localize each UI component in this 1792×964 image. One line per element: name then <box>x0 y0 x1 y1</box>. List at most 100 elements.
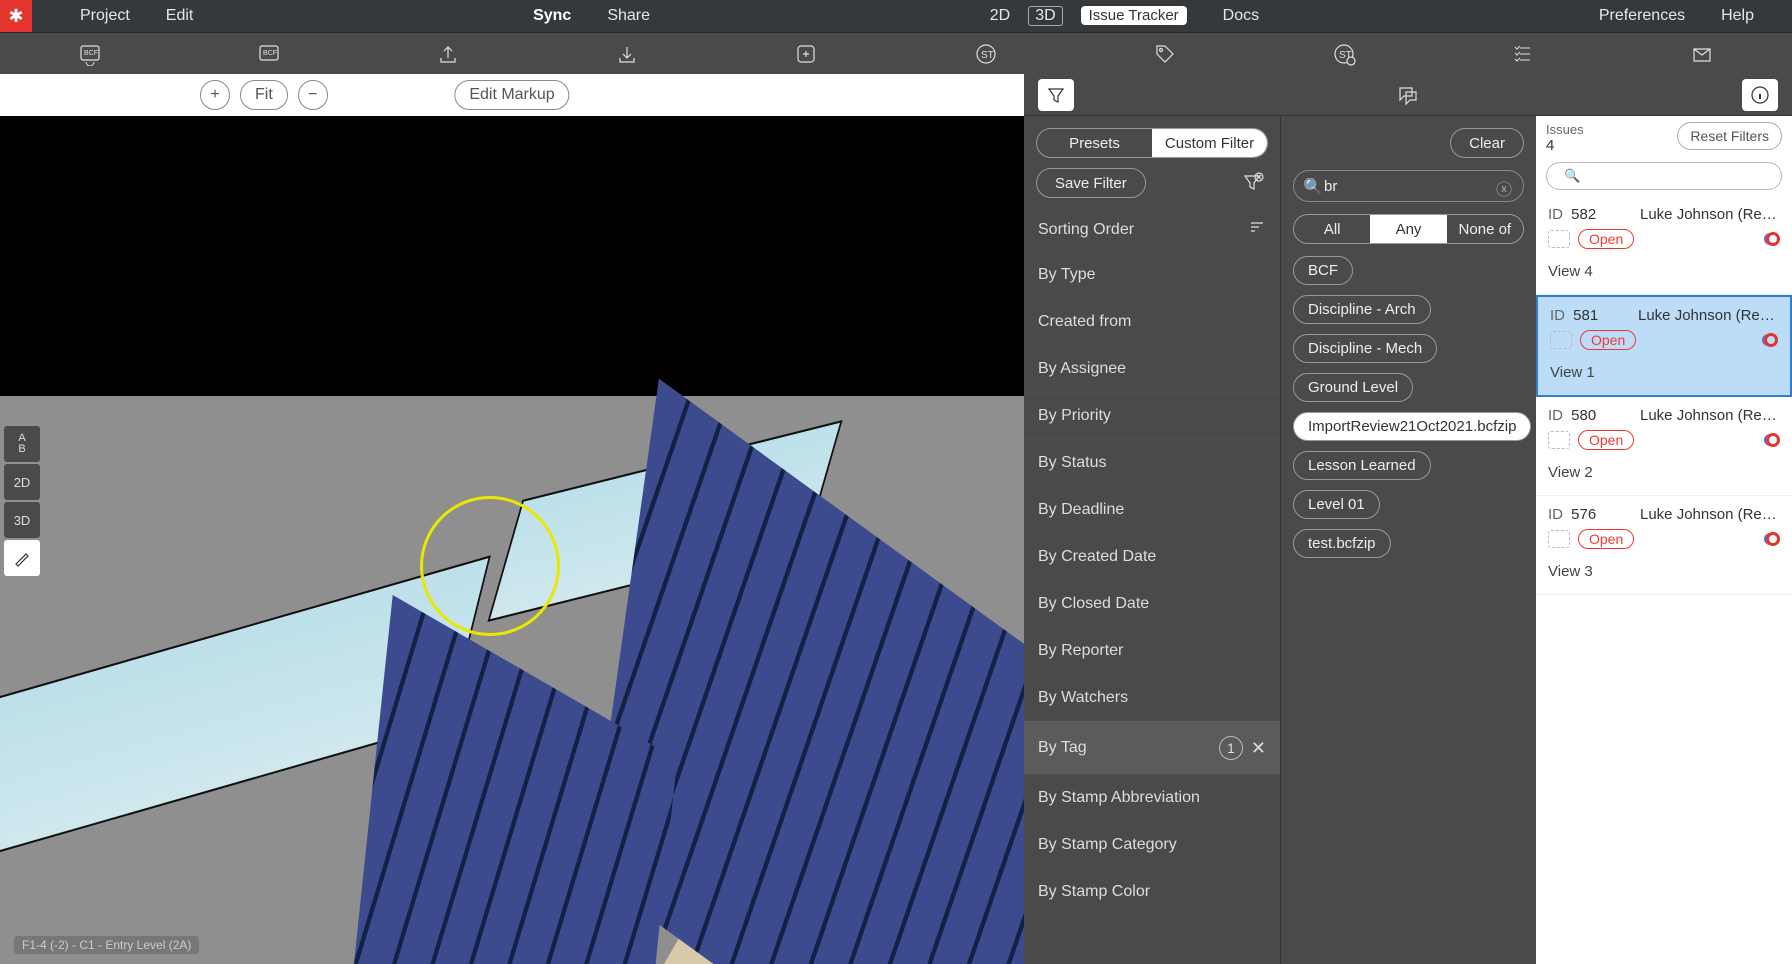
tag-icon[interactable] <box>1151 40 1179 68</box>
filter-item[interactable]: By Priority <box>1024 392 1280 439</box>
filter-item-label: By Priority <box>1038 407 1111 425</box>
issue-view-label: View 2 <box>1548 464 1780 481</box>
tag-chip[interactable]: Ground Level <box>1293 373 1413 402</box>
dock-pen-button[interactable] <box>4 540 40 576</box>
filter-clear-icon[interactable]: ✕ <box>1251 738 1266 759</box>
filter-item[interactable]: Created from <box>1024 298 1280 345</box>
filter-item-label: By Stamp Color <box>1038 883 1150 901</box>
clear-button[interactable]: Clear <box>1450 128 1524 158</box>
filter-item[interactable]: By Watchers <box>1024 674 1280 721</box>
filter-item[interactable]: By Deadline <box>1024 486 1280 533</box>
zoom-out-button[interactable]: − <box>298 80 328 110</box>
menu-share[interactable]: Share <box>589 7 668 25</box>
menu-issue-tracker[interactable]: Issue Tracker <box>1063 7 1205 25</box>
save-filter-button[interactable]: Save Filter <box>1036 168 1146 198</box>
issue-id: 580 <box>1567 407 1596 424</box>
info-icon[interactable] <box>1742 79 1778 111</box>
menu-preferences[interactable]: Preferences <box>1581 7 1703 25</box>
clear-search-icon[interactable]: ⓧ <box>1496 176 1516 196</box>
svg-text:ST: ST <box>981 50 994 61</box>
issue-id: 582 <box>1567 206 1596 223</box>
filter-item[interactable]: By Stamp Color <box>1024 868 1280 915</box>
filter-item[interactable]: By Status <box>1024 439 1280 486</box>
tag-chip[interactable]: test.bcfzip <box>1293 529 1391 558</box>
menu-help[interactable]: Help <box>1703 7 1772 25</box>
issues-search-icon: 🔍 <box>1564 168 1580 184</box>
tag-chip[interactable]: Discipline - Mech <box>1293 334 1437 363</box>
upload-icon[interactable] <box>434 40 462 68</box>
issue-id-label: ID <box>1548 506 1563 523</box>
filter-item[interactable]: By Reporter <box>1024 627 1280 674</box>
stamp-icon[interactable]: ST <box>972 40 1000 68</box>
filter-mode-segment[interactable]: Presets Custom Filter <box>1036 128 1268 158</box>
presets-tab[interactable]: Presets <box>1037 129 1152 157</box>
issue-card[interactable]: ID 580Luke Johnson (Revi...OpenView 2 <box>1536 397 1792 496</box>
dock-2d-button[interactable]: 2D <box>4 464 40 500</box>
issue-status-badge: Open <box>1578 229 1634 249</box>
tags-column: Clear 🔍 ⓧ All Any None of BCF Discipline … <box>1280 116 1536 964</box>
edit-markup-button[interactable]: Edit Markup <box>454 80 569 110</box>
issue-card[interactable]: ID 582Luke Johnson (Revi...OpenView 4 <box>1536 196 1792 295</box>
match-any[interactable]: Any <box>1370 215 1446 243</box>
menu-docs[interactable]: Docs <box>1205 7 1277 25</box>
download-icon[interactable] <box>613 40 641 68</box>
issue-view-label: View 1 <box>1550 364 1778 381</box>
tag-chip[interactable]: ImportReview21Oct2021.bcfzip <box>1293 412 1531 441</box>
match-mode-segment[interactable]: All Any None of <box>1293 214 1524 244</box>
issue-id-label: ID <box>1548 407 1563 424</box>
filter-item[interactable]: By Tag1✕ <box>1024 721 1280 774</box>
filter-item[interactable]: By Stamp Category <box>1024 821 1280 868</box>
issue-card[interactable]: ID 576Luke Johnson (Revi...OpenView 3 <box>1536 496 1792 595</box>
filter-item-label: By Closed Date <box>1038 595 1149 613</box>
issues-search-input[interactable] <box>1546 162 1782 190</box>
markup-circle[interactable] <box>420 496 560 636</box>
issues-list: ID 582Luke Johnson (Revi...OpenView 4ID … <box>1536 196 1792 595</box>
zoom-in-button[interactable]: + <box>200 80 230 110</box>
match-all[interactable]: All <box>1294 215 1370 243</box>
issue-status-badge: Open <box>1578 430 1634 450</box>
issue-author: Luke Johnson (Revi... <box>1638 307 1778 324</box>
checklist-icon[interactable] <box>1509 40 1537 68</box>
issue-status-badge: Open <box>1580 330 1636 350</box>
filter-item-label: By Type <box>1038 266 1096 284</box>
search-icon: 🔍 <box>1303 177 1323 197</box>
add-icon[interactable] <box>792 40 820 68</box>
bcf-export-icon[interactable]: BCF <box>255 40 283 68</box>
filter-item-label: By Status <box>1038 454 1106 472</box>
tag-chip[interactable]: Discipline - Arch <box>1293 295 1431 324</box>
tag-chip[interactable]: Level 01 <box>1293 490 1380 519</box>
filter-item[interactable]: By Stamp Abbreviation <box>1024 774 1280 821</box>
dock-3d-button[interactable]: 3D <box>4 502 40 538</box>
menu-project[interactable]: Project <box>62 7 148 25</box>
3d-viewport[interactable]: AB 2D 3D F1-4 (-2) - C1 - Entry Level (2… <box>0 116 1024 964</box>
menu-3d[interactable]: 3D <box>1028 6 1062 26</box>
filter-item[interactable]: By Closed Date <box>1024 580 1280 627</box>
issue-source-icon <box>1764 333 1778 347</box>
sorting-order-row[interactable]: Sorting Order <box>1024 208 1280 251</box>
issue-thumbnail <box>1550 331 1572 349</box>
dock-compare-button[interactable]: AB <box>4 426 40 462</box>
filter-item[interactable]: By Type <box>1024 251 1280 298</box>
menu-2d[interactable]: 2D <box>972 7 1028 25</box>
reset-filters-button[interactable]: Reset Filters <box>1677 122 1782 150</box>
custom-filter-tab[interactable]: Custom Filter <box>1152 129 1267 157</box>
menu-sync[interactable]: Sync <box>515 7 589 25</box>
comments-icon[interactable] <box>1390 79 1426 111</box>
issue-author: Luke Johnson (Revi... <box>1640 206 1780 223</box>
issue-card[interactable]: ID 581Luke Johnson (Revi...OpenView 1 <box>1536 295 1792 397</box>
issue-source-icon <box>1766 232 1780 246</box>
filter-item[interactable]: By Created Date <box>1024 533 1280 580</box>
tag-chip[interactable]: BCF <box>1293 256 1353 285</box>
inbox-icon[interactable] <box>1688 40 1716 68</box>
fit-button[interactable]: Fit <box>240 80 288 110</box>
stamp-settings-icon[interactable]: ST <box>1330 40 1358 68</box>
match-none[interactable]: None of <box>1447 215 1523 243</box>
tag-search-input[interactable] <box>1293 170 1524 202</box>
menu-edit[interactable]: Edit <box>148 7 212 25</box>
bcf-sync-icon[interactable]: BCF <box>76 40 104 68</box>
clear-filter-icon[interactable] <box>1238 168 1268 198</box>
filter-icon[interactable] <box>1038 79 1074 111</box>
tag-chip[interactable]: Lesson Learned <box>1293 451 1431 480</box>
filter-item[interactable]: By Assignee <box>1024 345 1280 392</box>
app-logo[interactable]: ✱ <box>0 0 32 32</box>
